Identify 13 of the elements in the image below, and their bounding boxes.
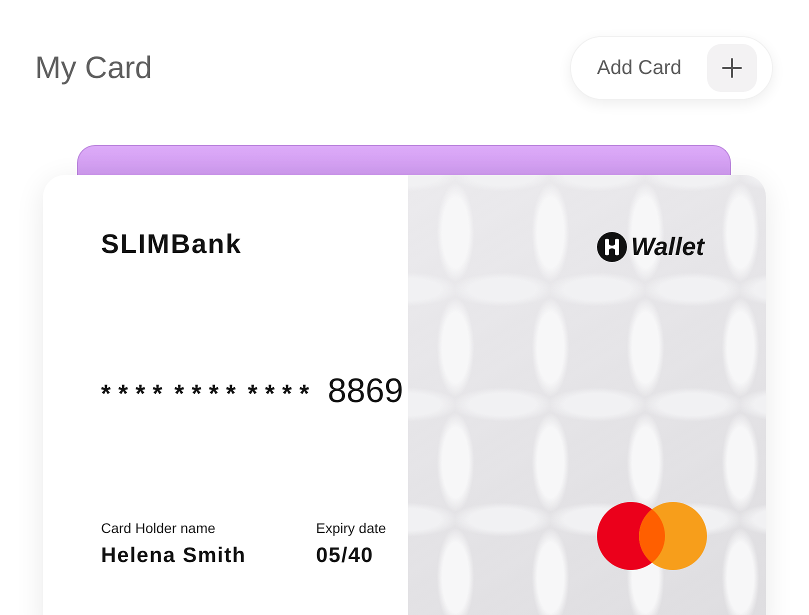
masked-card-number: **** **** **** (101, 379, 317, 410)
brand-name: Wallet (631, 232, 704, 262)
bank-name: SLIMBank (101, 228, 243, 261)
plus-icon (706, 44, 756, 92)
page-title: My Card (35, 49, 152, 87)
card-number-last-digits: 8869 (328, 371, 404, 411)
add-card-button[interactable]: Add Card (570, 36, 773, 100)
expiry-date: 05/40 (316, 543, 375, 569)
overlapping-circles-icon (597, 502, 707, 570)
holder-name: Helena Smith (101, 543, 248, 569)
expiry-label: Expiry date (316, 519, 388, 537)
holder-label: Card Holder name (101, 519, 216, 537)
h-logo-icon (597, 232, 627, 262)
